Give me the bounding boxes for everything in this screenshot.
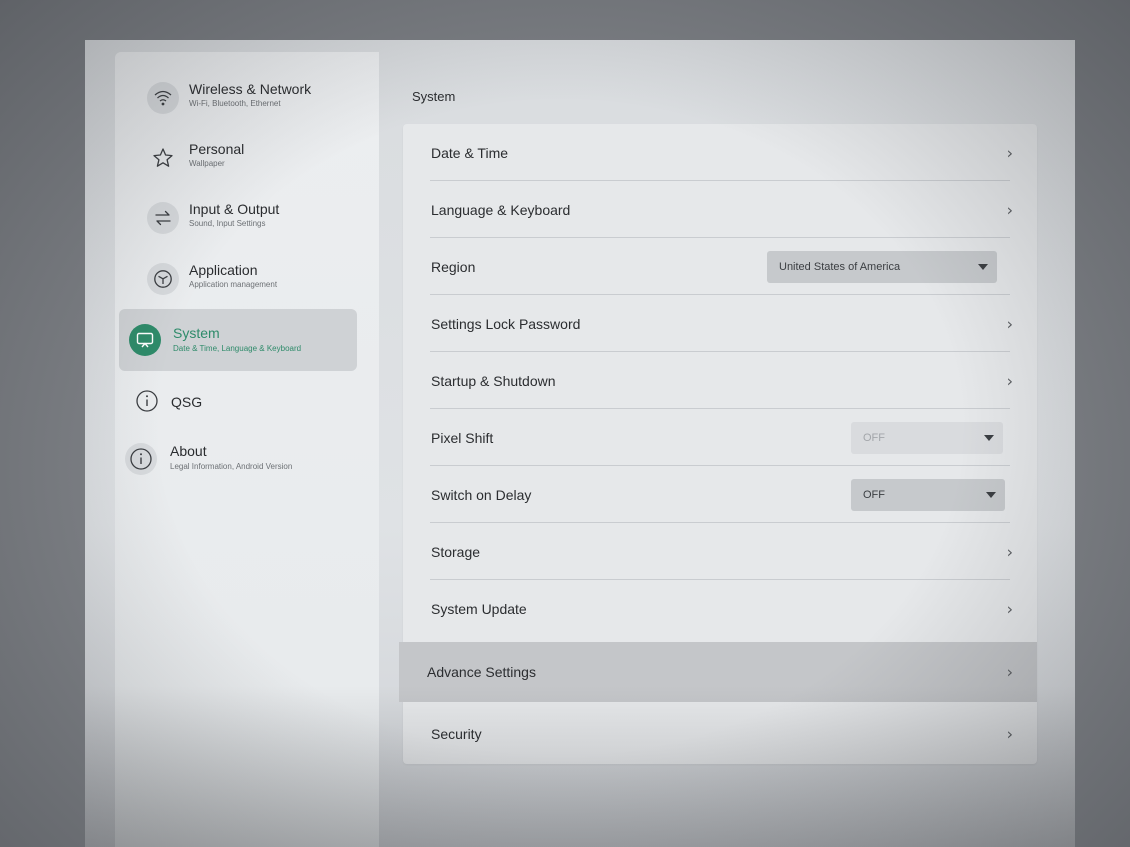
settings-screen: Wireless & Network Wi-Fi, Bluetooth, Eth… bbox=[85, 40, 1075, 847]
pixel-shift-dropdown[interactable]: OFF bbox=[851, 421, 1003, 454]
info-icon bbox=[125, 443, 157, 475]
row-label: Storage bbox=[431, 543, 481, 560]
chevron-right-icon: › bbox=[1006, 599, 1013, 618]
row-settings-lock-password[interactable]: Settings Lock Password › bbox=[403, 295, 1037, 352]
row-language-keyboard[interactable]: Language & Keyboard › bbox=[403, 181, 1037, 238]
sidebar-item-application[interactable]: Application Application management bbox=[125, 251, 369, 307]
sidebar-item-title: System bbox=[173, 325, 220, 341]
row-label: Region bbox=[431, 258, 476, 275]
row-advance-settings[interactable]: Advance Settings › bbox=[399, 642, 1037, 702]
row-switch-on-delay[interactable]: Switch on Delay OFF bbox=[403, 466, 1037, 523]
sidebar-item-subtitle: Legal Information, Android Version bbox=[170, 462, 293, 471]
caret-down-icon bbox=[986, 491, 996, 498]
wifi-icon bbox=[147, 82, 179, 114]
row-system-update[interactable]: System Update › bbox=[403, 580, 1037, 637]
swap-arrows-icon bbox=[147, 202, 179, 234]
row-label: Advance Settings bbox=[427, 664, 536, 680]
row-label: Date & Time bbox=[431, 144, 509, 161]
region-dropdown-value: United States of America bbox=[779, 260, 901, 273]
chevron-right-icon: › bbox=[1006, 662, 1013, 682]
pixel-shift-dropdown-value: OFF bbox=[863, 431, 885, 444]
sidebar-item-subtitle: Date & Time, Language & Keyboard bbox=[173, 344, 302, 353]
row-date-time[interactable]: Date & Time › bbox=[403, 124, 1037, 181]
row-pixel-shift[interactable]: Pixel Shift OFF bbox=[403, 409, 1037, 466]
sidebar-item-wireless-network[interactable]: Wireless & Network Wi-Fi, Bluetooth, Eth… bbox=[125, 70, 369, 126]
sidebar-item-title: QSG bbox=[171, 394, 203, 410]
sidebar-item-input-output[interactable]: Input & Output Sound, Input Settings bbox=[125, 190, 369, 246]
sidebar-item-system[interactable]: System Date & Time, Language & Keyboard bbox=[119, 309, 357, 371]
row-region[interactable]: Region United States of America bbox=[403, 238, 1037, 295]
row-storage[interactable]: Storage › bbox=[403, 523, 1037, 580]
sidebar-item-title: Wireless & Network bbox=[189, 81, 312, 97]
row-label: System Update bbox=[431, 600, 527, 617]
star-icon bbox=[147, 142, 179, 174]
row-label: Startup & Shutdown bbox=[431, 372, 556, 389]
sidebar-item-title: Application bbox=[189, 262, 258, 278]
sidebar: Wireless & Network Wi-Fi, Bluetooth, Eth… bbox=[115, 52, 379, 847]
caret-down-icon bbox=[978, 263, 988, 270]
chevron-right-icon: › bbox=[1006, 542, 1013, 561]
row-label: Switch on Delay bbox=[431, 486, 532, 503]
row-security[interactable]: Security › bbox=[403, 704, 1037, 764]
info-icon bbox=[131, 385, 163, 417]
row-label: Security bbox=[431, 726, 482, 742]
row-label: Pixel Shift bbox=[431, 429, 494, 446]
sidebar-item-about[interactable]: About Legal Information, Android Version bbox=[125, 432, 369, 488]
switch-on-delay-dropdown[interactable]: OFF bbox=[851, 478, 1005, 511]
photo-frame: Wireless & Network Wi-Fi, Bluetooth, Eth… bbox=[0, 0, 1130, 847]
row-startup-shutdown[interactable]: Startup & Shutdown › bbox=[403, 352, 1037, 409]
chevron-right-icon: › bbox=[1006, 371, 1013, 390]
sidebar-item-subtitle: Application management bbox=[189, 280, 278, 289]
caret-down-icon bbox=[984, 434, 994, 441]
switch-on-delay-dropdown-value: OFF bbox=[863, 488, 885, 501]
sidebar-item-title: About bbox=[170, 443, 207, 459]
sidebar-item-qsg[interactable]: QSG bbox=[125, 371, 369, 427]
sidebar-item-personal[interactable]: Personal Wallpaper bbox=[125, 130, 369, 186]
row-label: Settings Lock Password bbox=[431, 315, 581, 332]
sidebar-item-title: Personal bbox=[189, 141, 245, 157]
chevron-right-icon: › bbox=[1006, 314, 1013, 333]
sidebar-item-title: Input & Output bbox=[189, 201, 280, 217]
cube-icon bbox=[147, 263, 179, 295]
sidebar-item-subtitle: Sound, Input Settings bbox=[189, 219, 266, 228]
settings-panel: Date & Time › Language & Keyboard › Regi… bbox=[399, 124, 1037, 764]
chevron-right-icon: › bbox=[1006, 143, 1013, 162]
page-title: System bbox=[412, 89, 456, 104]
sidebar-item-subtitle: Wallpaper bbox=[189, 159, 225, 168]
monitor-icon bbox=[129, 324, 161, 356]
row-label: Language & Keyboard bbox=[431, 201, 571, 218]
chevron-right-icon: › bbox=[1006, 724, 1013, 744]
region-dropdown[interactable]: United States of America bbox=[767, 250, 997, 283]
sidebar-item-subtitle: Wi-Fi, Bluetooth, Ethernet bbox=[189, 99, 281, 108]
chevron-right-icon: › bbox=[1006, 200, 1013, 219]
